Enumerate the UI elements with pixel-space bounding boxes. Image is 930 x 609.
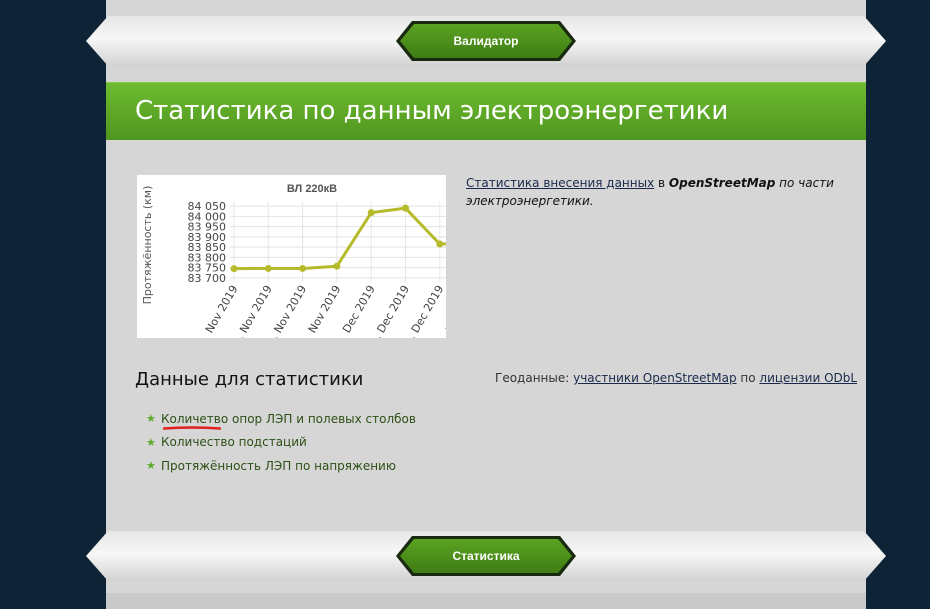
- x-tick-label: Dec 2019: [340, 283, 378, 335]
- chart-title: ВЛ 220кВ: [287, 183, 337, 195]
- series-line: [233, 206, 475, 271]
- statistics-link[interactable]: Статистика внесения данных: [466, 176, 654, 190]
- osm-contributors-link[interactable]: участники OpenStreetMap: [573, 371, 736, 385]
- statistics-list: ★ Количетво опор ЛЭП и полевых столбов ★…: [146, 407, 416, 478]
- y-axis-label: Протяжённость (км): [141, 186, 154, 305]
- spellcheck-underline: [163, 426, 221, 430]
- star-icon: ★: [146, 412, 156, 426]
- star-icon: ★: [146, 459, 156, 473]
- geodata-attribution: Геоданные: участники OpenStreetMap по ли…: [495, 371, 857, 385]
- statistics-button-label[interactable]: Статистика: [400, 539, 572, 573]
- x-tick-label: Nov 2019: [203, 283, 241, 335]
- osm-name: OpenStreetMap: [668, 176, 776, 190]
- data-point: [402, 204, 409, 212]
- top-ribbon: Валидатор: [86, 16, 886, 66]
- panel-footer-strip: [106, 593, 866, 609]
- list-item-label[interactable]: Количетво опор ЛЭП и полевых столбов: [161, 412, 416, 426]
- geo-middle: по: [736, 371, 760, 385]
- x-tick-label: . Nov 2019: [268, 283, 309, 338]
- page-header: Статистика по данным электроэнергетики: [106, 82, 866, 140]
- data-point: [333, 262, 341, 270]
- section-title: Данные для статистики: [135, 369, 364, 390]
- line-chart: ВЛ 220кВ Протяжённость (км) 84 050 84 000 83…: [137, 175, 549, 341]
- y-tick-label: 83 700: [188, 272, 227, 285]
- list-item[interactable]: ★ Протяжённость ЛЭП по напряжению: [146, 454, 416, 478]
- star-icon: ★: [146, 435, 156, 449]
- data-point: [299, 264, 307, 272]
- bottom-ribbon: Статистика: [86, 531, 886, 581]
- geo-prefix: Геоданные:: [495, 371, 574, 385]
- x-tick-label: . Dec 2019: [371, 283, 412, 338]
- list-item-label[interactable]: Количество подстаций: [161, 435, 307, 449]
- page-title: Статистика по данным электроэнергетики: [135, 96, 729, 126]
- list-item[interactable]: ★ Количество подстаций: [146, 431, 416, 455]
- description-middle: в: [654, 176, 669, 190]
- x-tick-label: . Dec 2019: [405, 283, 446, 338]
- data-point: [264, 264, 272, 272]
- chart-svg: ВЛ 220кВПротяжённость (км) 84 05084 00083…: [141, 183, 549, 341]
- validator-button-label[interactable]: Валидатор: [400, 24, 572, 58]
- odbl-license-link[interactable]: лицензии ODbL: [759, 371, 857, 385]
- description-text: Статистика внесения данных в OpenStreetM…: [466, 174, 846, 210]
- validator-button[interactable]: Валидатор: [396, 21, 576, 61]
- statistics-button[interactable]: Статистика: [396, 536, 576, 576]
- data-point: [436, 240, 444, 248]
- x-tick-label: . Nov 2019: [234, 283, 275, 338]
- data-point: [367, 209, 375, 217]
- data-point: [230, 265, 238, 273]
- list-item-label[interactable]: Протяжённость ЛЭП по напряжению: [161, 459, 396, 473]
- x-tick-label: Nov 2019: [306, 283, 344, 335]
